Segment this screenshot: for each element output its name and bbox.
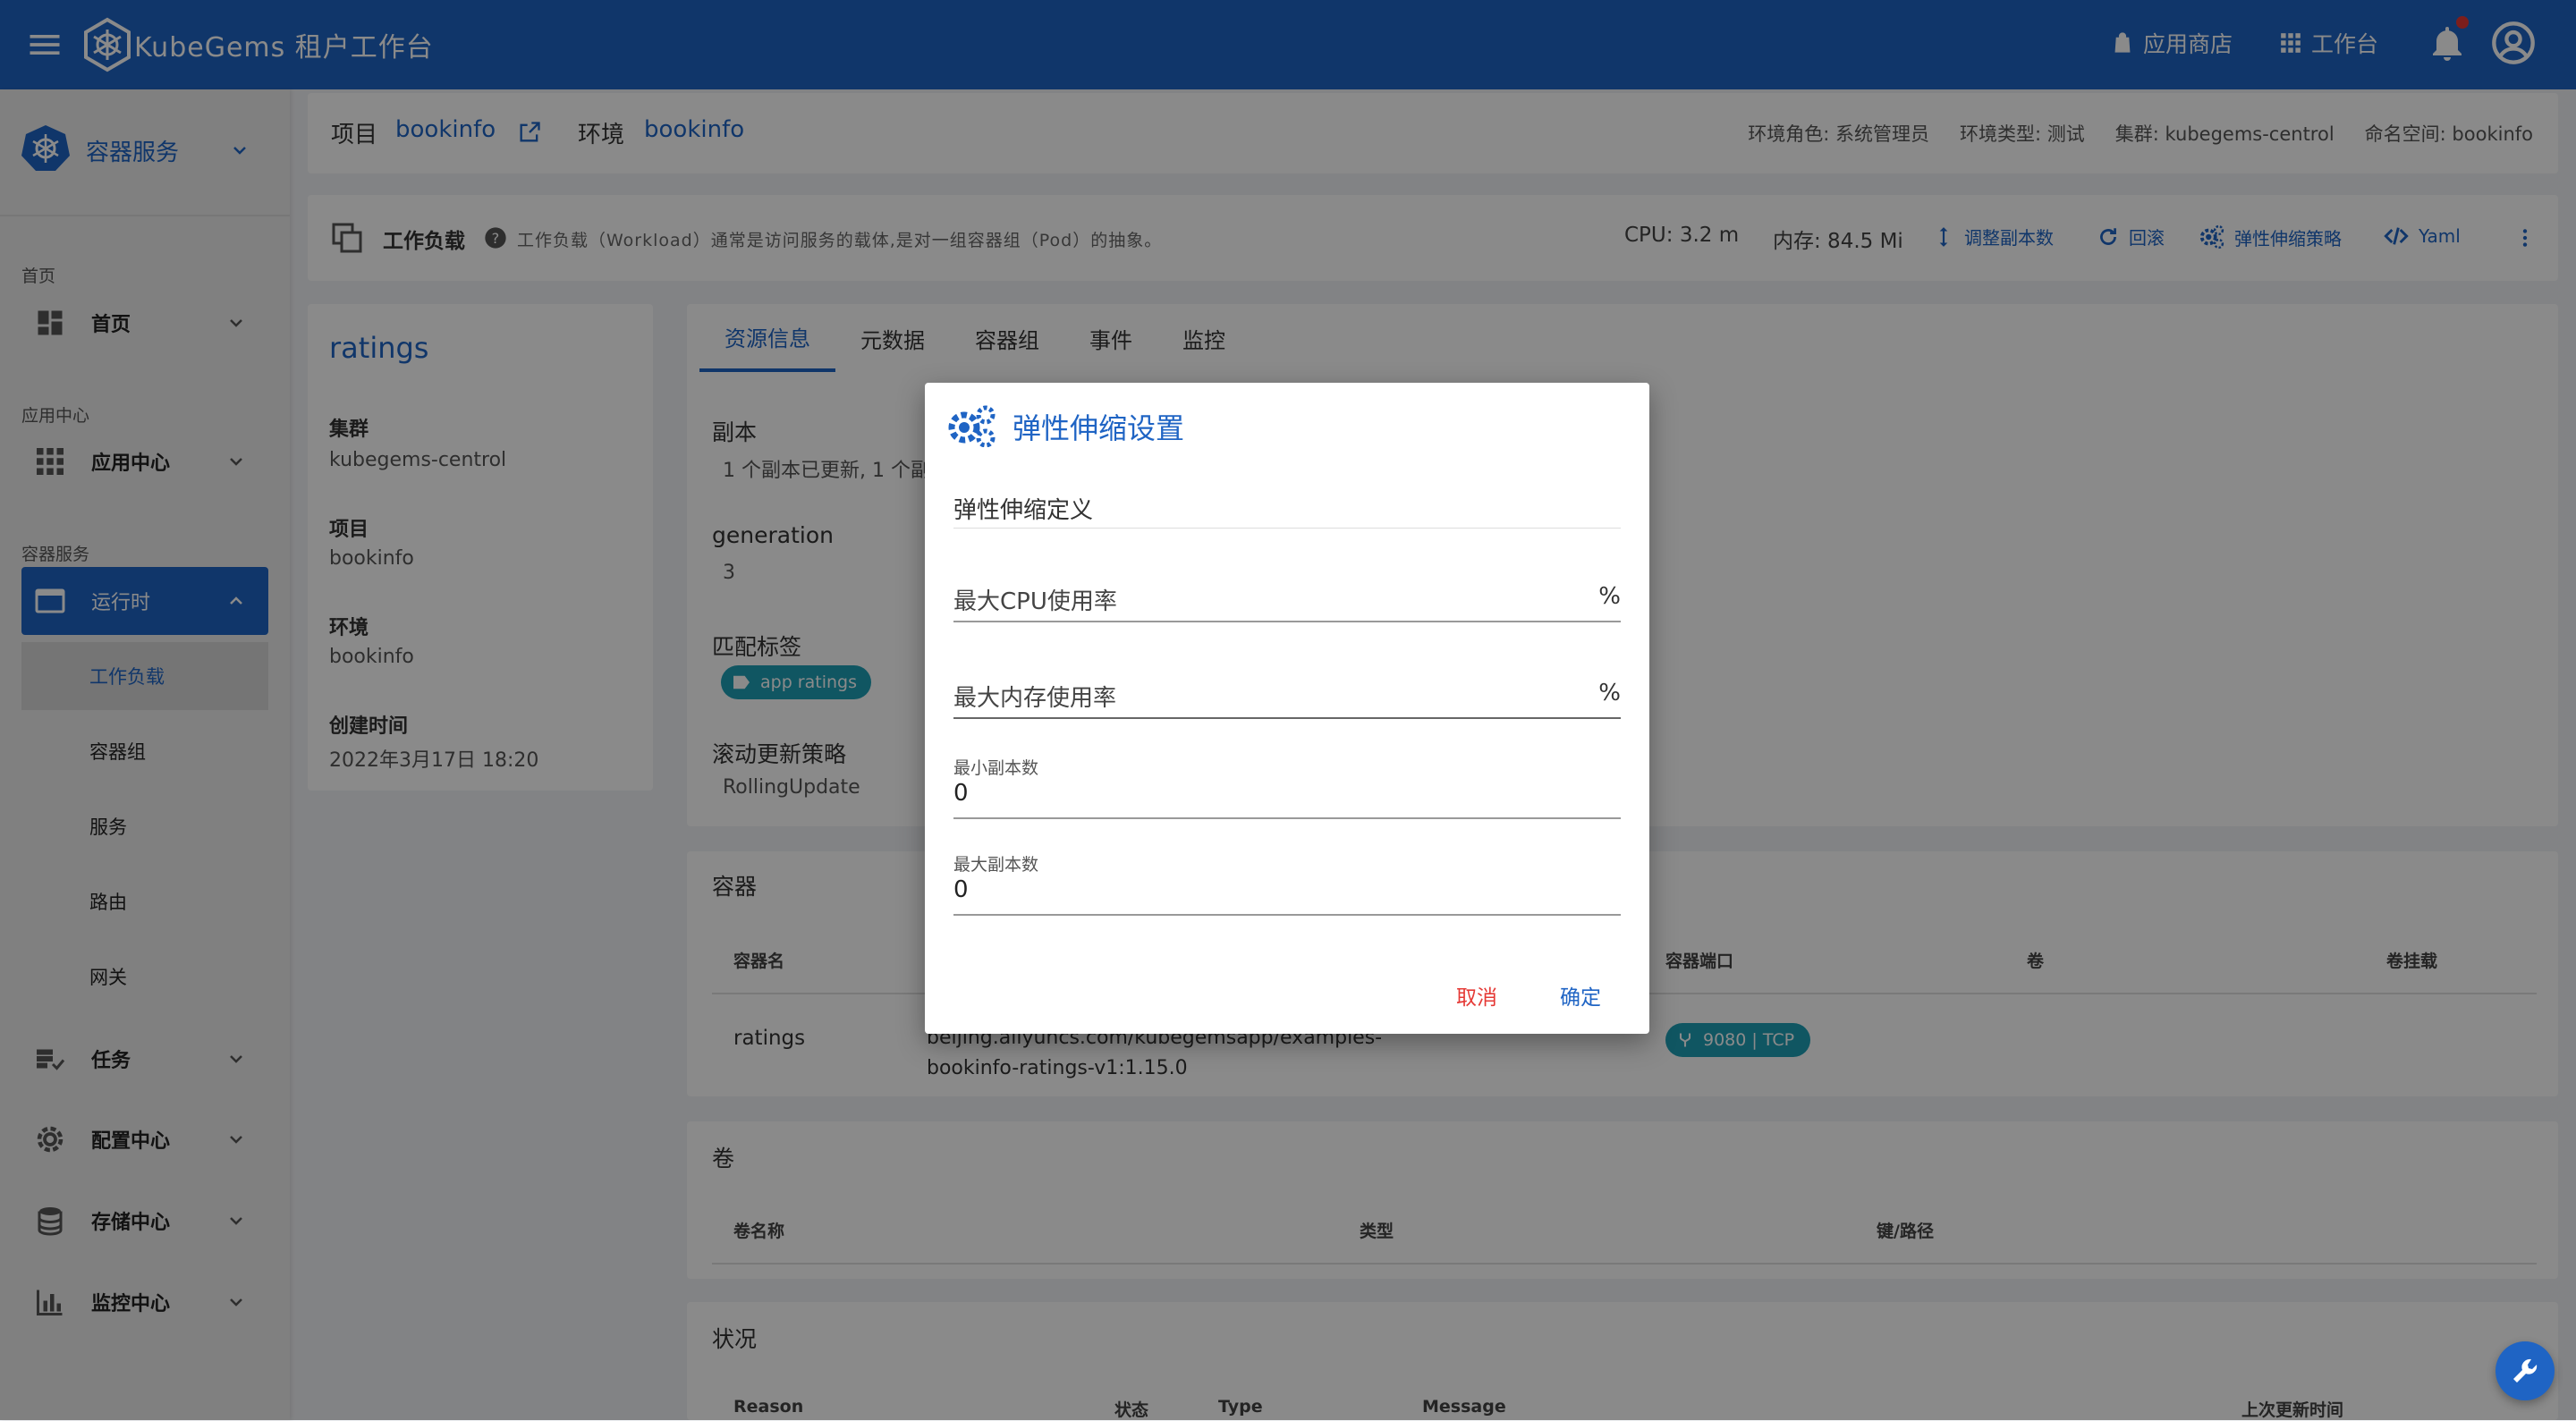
- min-replicas-value: 0: [953, 780, 969, 807]
- confirm-button[interactable]: 确定: [1560, 980, 1601, 1011]
- cancel-button[interactable]: 取消: [1456, 980, 1497, 1011]
- hpa-settings-dialog: 弹性伸缩设置 弹性伸缩定义 最大CPU使用率 % 最大内存使用率 % 最小副本数…: [925, 383, 1649, 1034]
- max-cpu-label: 最大CPU使用率: [953, 588, 1117, 615]
- hpa-definition-label: 弹性伸缩定义: [953, 497, 1094, 524]
- divider: [953, 528, 1621, 529]
- input-underline: [953, 817, 1621, 819]
- max-cpu-input[interactable]: 最大CPU使用率 %: [953, 574, 1621, 622]
- min-replicas-input[interactable]: 最小副本数 0: [953, 748, 1621, 819]
- wrench-fab-button[interactable]: [2496, 1341, 2555, 1400]
- max-memory-unit: %: [1598, 680, 1621, 706]
- max-replicas-input[interactable]: 最大副本数 0: [953, 842, 1621, 916]
- min-replicas-label: 最小副本数: [953, 758, 1039, 778]
- input-underline: [953, 717, 1621, 719]
- input-underline: [953, 914, 1621, 916]
- wrench-icon: [2513, 1358, 2538, 1383]
- input-underline: [953, 621, 1621, 622]
- dialog-title: 弹性伸缩设置: [1013, 411, 1185, 445]
- max-replicas-value: 0: [953, 876, 969, 903]
- max-memory-label: 最大内存使用率: [953, 685, 1117, 712]
- max-cpu-unit: %: [1598, 583, 1621, 610]
- max-replicas-label: 最大副本数: [953, 855, 1039, 875]
- gears-icon: [946, 404, 996, 447]
- max-memory-input[interactable]: 最大内存使用率 %: [953, 671, 1621, 719]
